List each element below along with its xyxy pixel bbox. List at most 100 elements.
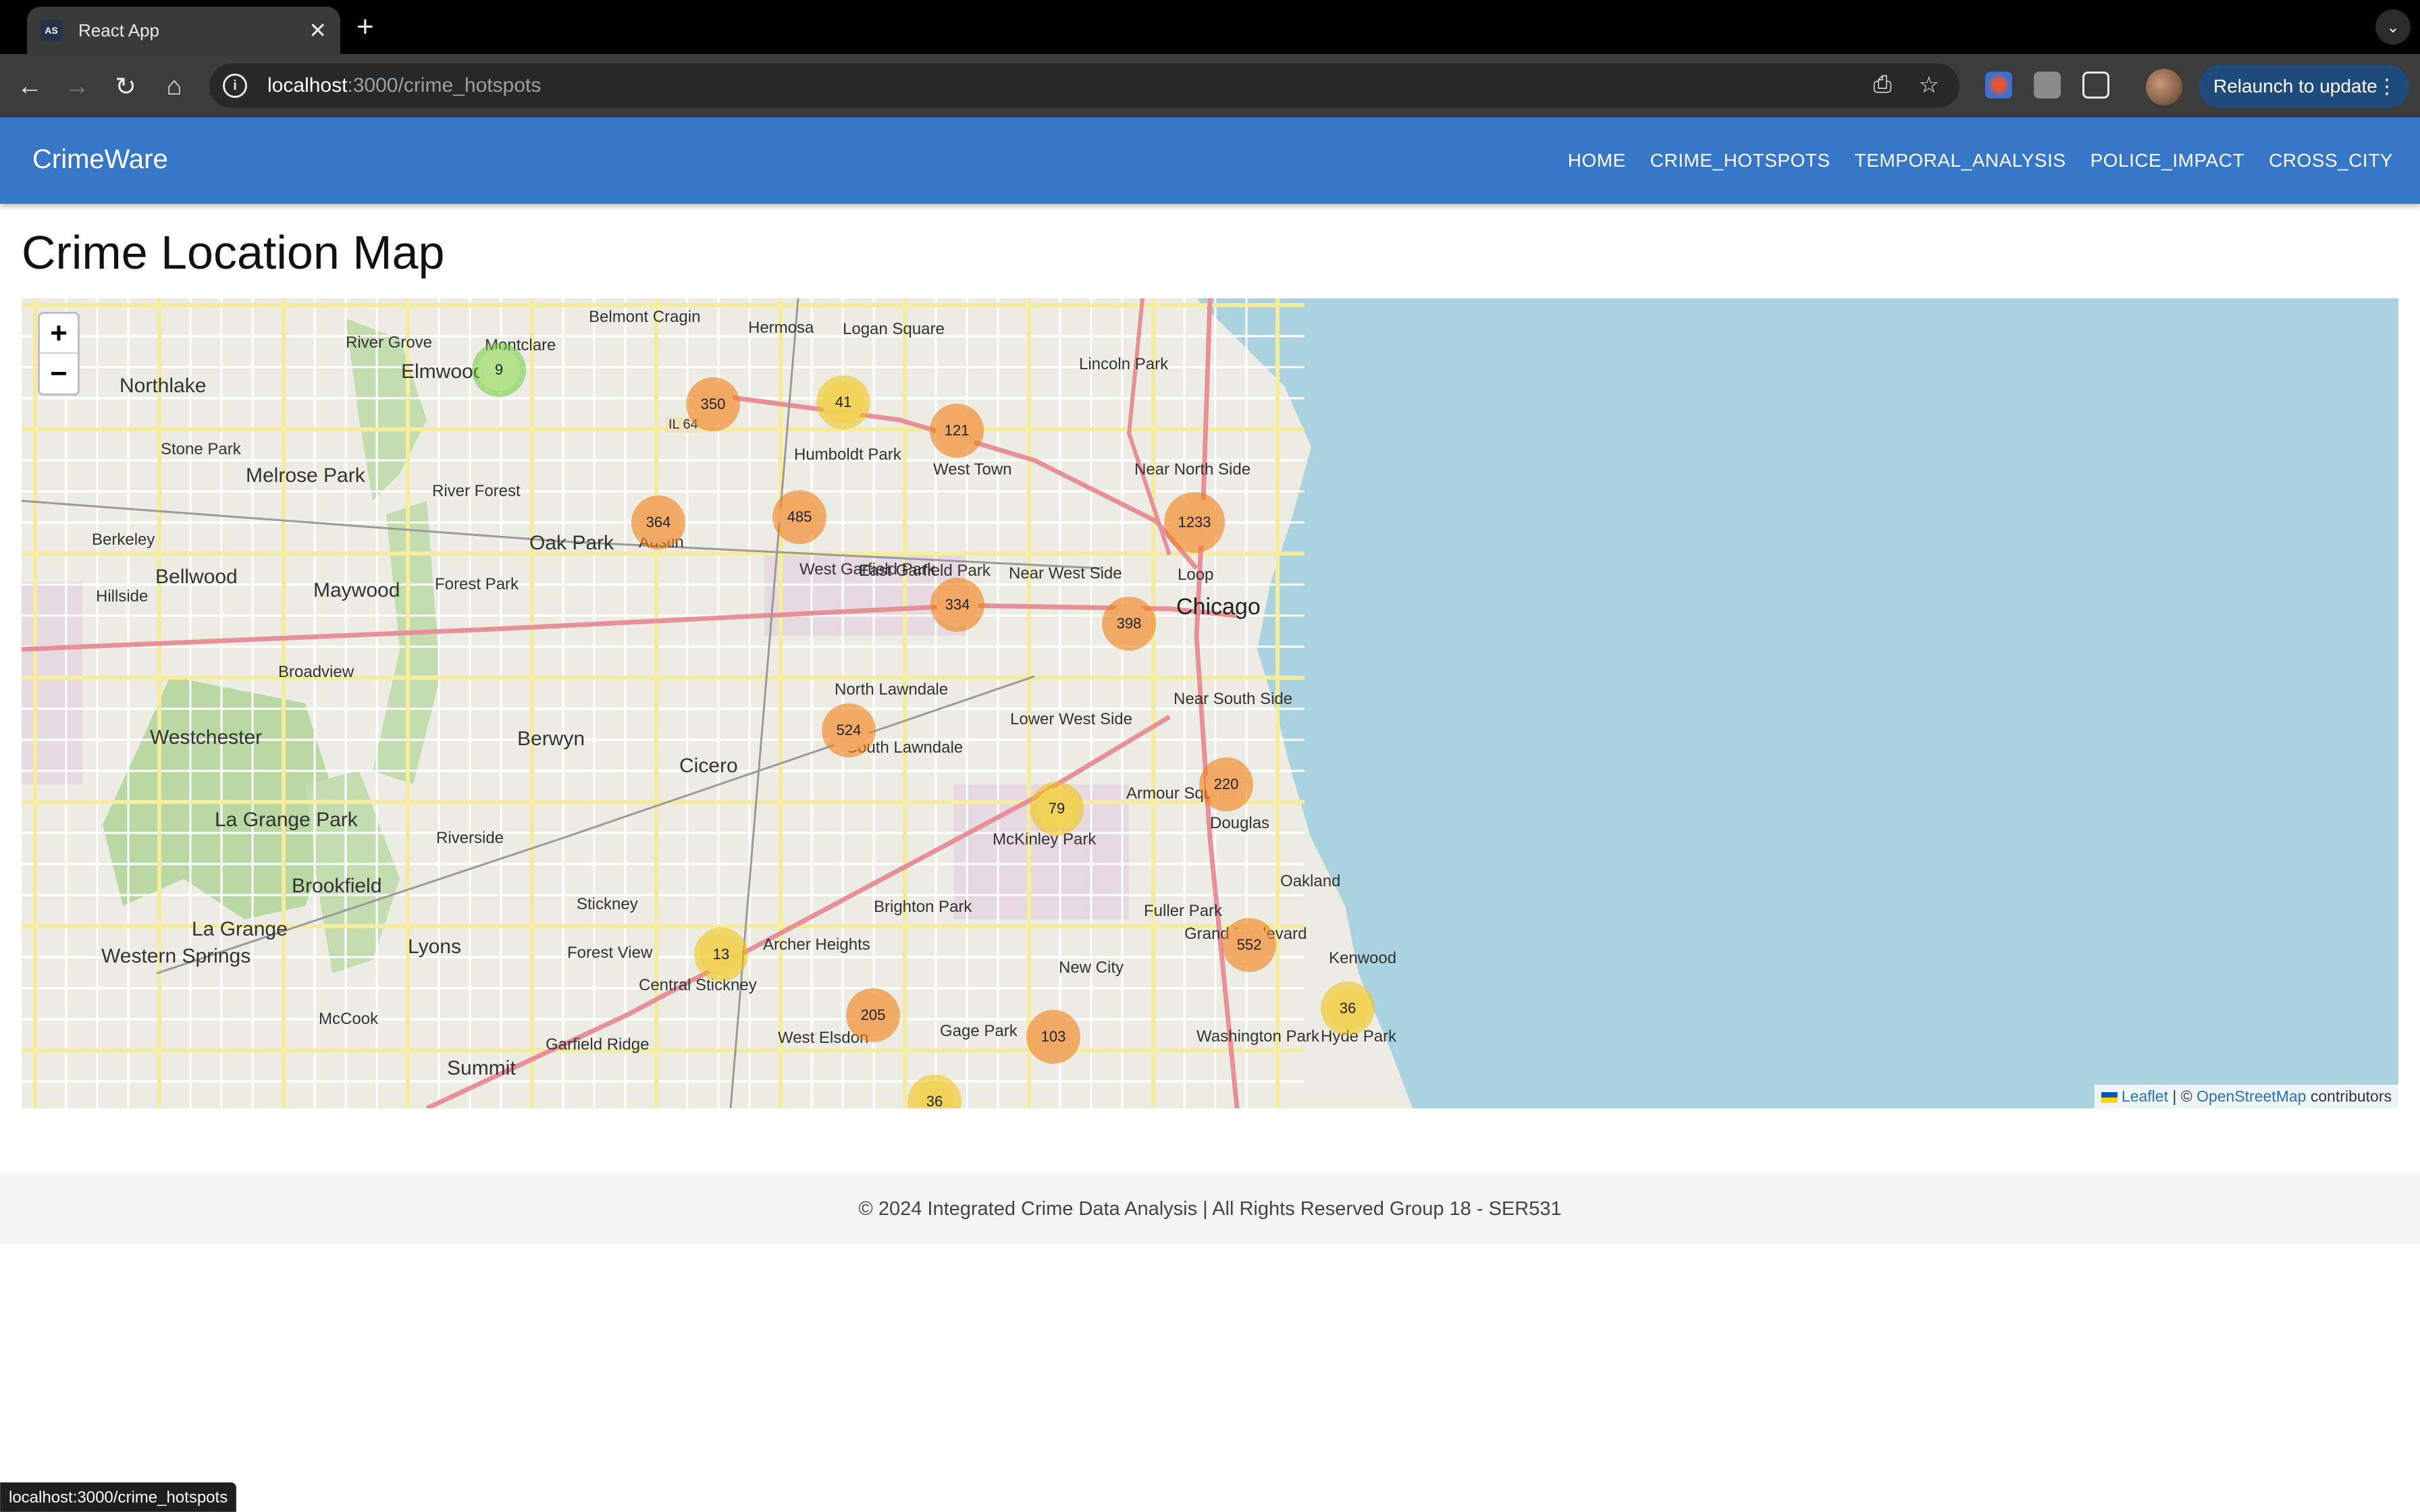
- map-label: River Grove: [346, 333, 433, 352]
- map-label: Stickney: [577, 895, 638, 913]
- map-label: Gage Park: [940, 1022, 1018, 1040]
- cluster-count: 220: [1205, 763, 1247, 805]
- map-label: Westchester: [150, 726, 263, 749]
- cluster-marker[interactable]: 552: [1222, 918, 1276, 972]
- brand-logo[interactable]: CrimeWare: [32, 144, 168, 175]
- browser-tab[interactable]: AS React App ✕: [27, 7, 340, 54]
- address-bar[interactable]: i localhost:3000/crime_hotspots ⎙ ☆: [209, 63, 1959, 108]
- map-label: Belmont Cragin: [589, 308, 701, 326]
- install-app-icon[interactable]: ⎙: [1873, 72, 1891, 99]
- map-label: McKinley Park: [993, 830, 1097, 848]
- crime-map[interactable]: + − Northlake Elmwood River Grove Montcl…: [22, 298, 2398, 1108]
- map-label: Logan Square: [843, 320, 945, 338]
- cluster-marker[interactable]: 524: [822, 703, 876, 757]
- leaflet-link[interactable]: Leaflet: [2122, 1087, 2168, 1105]
- page-footer: © 2024 Integrated Crime Data Analysis | …: [0, 1173, 2420, 1245]
- map-label: Washington Park: [1196, 1027, 1319, 1046]
- map-label: Northlake: [120, 375, 207, 397]
- profile-avatar[interactable]: [2146, 69, 2182, 105]
- map-attribution: Leaflet | © OpenStreetMap contributors: [2094, 1085, 2398, 1108]
- bookmark-star-icon[interactable]: ☆: [1919, 72, 1939, 99]
- cluster-marker[interactable]: 485: [772, 490, 826, 544]
- ukraine-flag-icon: [2101, 1091, 2118, 1103]
- cluster-marker[interactable]: 121: [930, 404, 984, 458]
- new-tab-icon[interactable]: +: [357, 11, 374, 43]
- map-label: East Garfield Park: [859, 562, 991, 580]
- cluster-count: 524: [828, 709, 870, 751]
- map-label: La Grange Park: [215, 809, 358, 831]
- map-label: Hermosa: [748, 319, 814, 337]
- status-bar-url: localhost:3000/crime_hotspots: [0, 1482, 237, 1512]
- map-label: Forest View: [567, 944, 653, 962]
- cluster-count: 205: [852, 994, 894, 1036]
- cluster-marker[interactable]: 9: [472, 343, 526, 397]
- extensions-puzzle-icon[interactable]: [2082, 72, 2109, 99]
- map-label: Berkeley: [92, 531, 155, 549]
- map-label: Lower West Side: [1010, 710, 1132, 728]
- url-text[interactable]: localhost:3000/crime_hotspots: [267, 74, 541, 97]
- zoom-control: + −: [38, 312, 80, 396]
- page-title: Crime Location Map: [22, 226, 445, 279]
- map-label: Maywood: [313, 579, 400, 601]
- home-icon[interactable]: ⌂: [157, 69, 192, 104]
- map-label: Garfield Ridge: [546, 1035, 650, 1054]
- cluster-marker[interactable]: 398: [1102, 597, 1156, 651]
- zoom-out-button[interactable]: −: [40, 354, 78, 394]
- map-label: Central Stickney: [639, 976, 757, 994]
- map-label: Oak Park: [529, 532, 614, 554]
- map-label: Forest Park: [435, 575, 519, 593]
- nav-cross-city[interactable]: CROSS_CITY: [2269, 150, 2393, 171]
- cluster-marker[interactable]: 41: [816, 375, 870, 429]
- cluster-marker[interactable]: 334: [930, 578, 984, 632]
- cluster-marker[interactable]: 350: [686, 377, 740, 431]
- map-label: Lincoln Park: [1079, 355, 1169, 373]
- nav-crime-hotspots[interactable]: CRIME_HOTSPOTS: [1650, 150, 1831, 171]
- close-tab-icon[interactable]: ✕: [309, 18, 327, 43]
- main-nav: HOME CRIME_HOTSPOTS TEMPORAL_ANALYSIS PO…: [1544, 150, 2393, 171]
- cluster-marker[interactable]: 205: [846, 988, 900, 1042]
- more-menu-icon[interactable]: ⋮: [2377, 75, 2397, 99]
- map-label: Summit: [447, 1057, 516, 1079]
- map-label: Chicago: [1176, 594, 1261, 620]
- cluster-marker[interactable]: 220: [1199, 757, 1253, 811]
- cluster-count: 121: [936, 410, 978, 452]
- cluster-marker[interactable]: 36: [1321, 981, 1375, 1035]
- tab-search-chevron-icon[interactable]: ⌄: [2375, 9, 2411, 45]
- forward-arrow-icon[interactable]: →: [59, 69, 95, 104]
- zoom-in-button[interactable]: +: [40, 314, 78, 354]
- reload-icon[interactable]: ↻: [108, 69, 143, 104]
- site-info-icon[interactable]: i: [223, 74, 247, 98]
- cluster-count: 36: [1327, 988, 1369, 1029]
- nav-temporal-analysis[interactable]: TEMPORAL_ANALYSIS: [1855, 150, 2066, 171]
- back-arrow-icon[interactable]: ←: [12, 69, 47, 104]
- cluster-marker[interactable]: 79: [1030, 782, 1084, 836]
- map-label: Melrose Park: [246, 464, 365, 487]
- relaunch-button[interactable]: Relaunch to update ⋮: [2199, 65, 2409, 108]
- map-label: Western Springs: [101, 945, 251, 967]
- map-label: Cicero: [679, 755, 738, 777]
- cluster-marker[interactable]: 1233: [1164, 492, 1225, 553]
- extension-icon[interactable]: [1985, 72, 2012, 99]
- map-label: Archer Heights: [763, 936, 870, 954]
- cluster-count: 36: [914, 1081, 955, 1108]
- map-label: Humboldt Park: [794, 446, 901, 464]
- app-header: CrimeWare HOME CRIME_HOTSPOTS TEMPORAL_A…: [0, 117, 2420, 204]
- map-label: West Town: [933, 460, 1012, 479]
- map-label: Lyons: [408, 936, 461, 958]
- map-label: Kenwood: [1329, 949, 1397, 967]
- map-label: Berwyn: [517, 728, 585, 750]
- cluster-marker[interactable]: 364: [631, 495, 685, 549]
- browser-toolbar: ← → ↻ ⌂ i localhost:3000/crime_hotspots …: [0, 54, 2420, 117]
- map-label: Oakland: [1280, 872, 1341, 890]
- nav-police-impact[interactable]: POLICE_IMPACT: [2090, 150, 2244, 171]
- nav-home[interactable]: HOME: [1568, 150, 1626, 171]
- cluster-count: 103: [1032, 1016, 1074, 1058]
- map-label: Douglas: [1210, 814, 1270, 832]
- cluster-marker[interactable]: 103: [1026, 1010, 1080, 1064]
- extension-icon[interactable]: [2034, 72, 2061, 99]
- map-label: Near West Side: [1009, 564, 1122, 583]
- cluster-marker[interactable]: 13: [694, 927, 748, 981]
- map-label: River Forest: [432, 482, 521, 500]
- map-label: Riverside: [436, 829, 504, 847]
- osm-link[interactable]: OpenStreetMap: [2197, 1087, 2306, 1105]
